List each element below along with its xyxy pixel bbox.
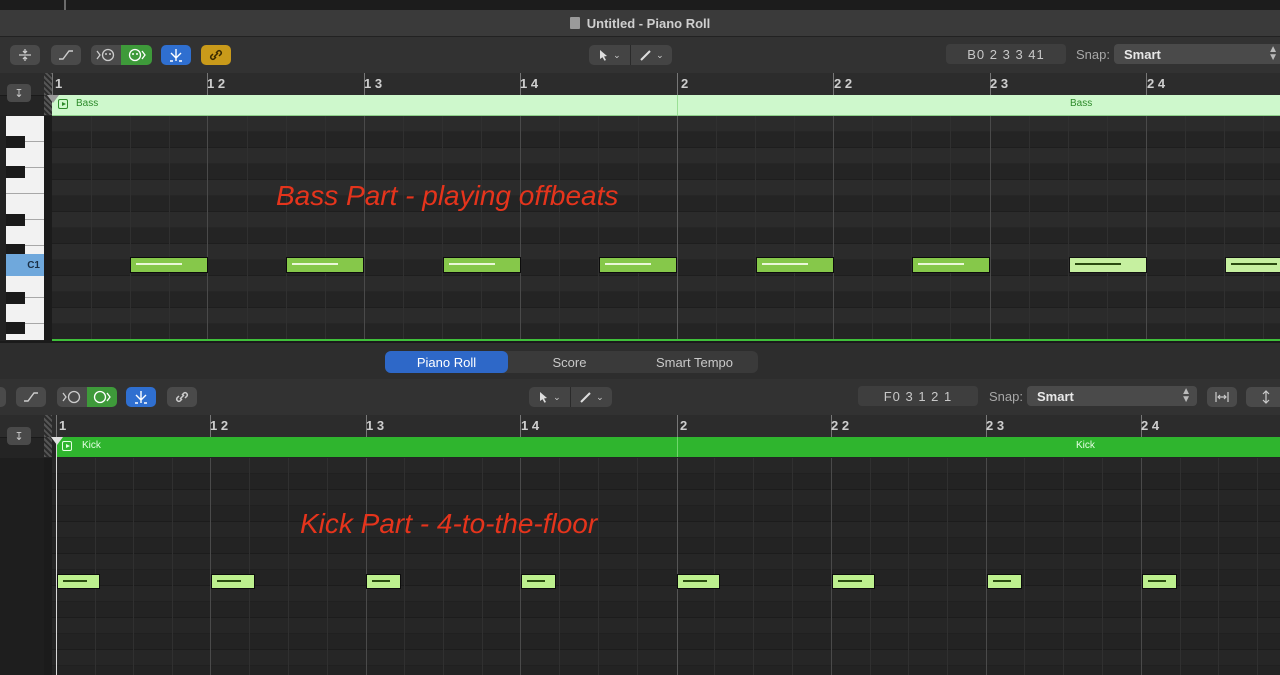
ruler-label: 1 3 — [364, 76, 383, 91]
ruler-label: 1 4 — [520, 76, 539, 91]
ruler-start-hatch — [44, 73, 52, 95]
tool-selector: ⌄ ⌄ — [589, 45, 672, 65]
position-display: B0 2 3 3 41 — [946, 44, 1066, 64]
bottom-ruler[interactable]: ↧ 1 1 2 1 3 1 4 2 2 2 2 3 2 4 — [0, 415, 1280, 445]
kick-note-grid[interactable]: Kick Part - 4-to-the-floor — [52, 458, 1280, 675]
automation-curve-icon[interactable] — [16, 387, 46, 407]
pointer-tool-icon[interactable]: ⌄ — [589, 45, 631, 65]
position-display: F0 3 1 2 1 — [858, 386, 978, 406]
bass-note[interactable] — [443, 257, 521, 273]
playhead[interactable] — [56, 437, 57, 675]
document-icon — [569, 17, 580, 29]
bass-note[interactable] — [599, 257, 677, 273]
bass-note-selected[interactable] — [1225, 257, 1280, 273]
key-c1[interactable]: C1 — [6, 254, 44, 276]
snap-select[interactable]: Smart ▲ ▼ — [1027, 386, 1197, 406]
tool-selector: ⌄ ⌄ — [529, 387, 612, 407]
download-icon[interactable]: ↧ — [7, 427, 31, 445]
catch-icon[interactable] — [126, 387, 156, 407]
ruler-label: 2 4 — [1141, 418, 1160, 433]
kick-region[interactable]: Kick Kick — [56, 437, 1280, 457]
top-toolbar: ⌄ ⌄ B0 2 3 3 41 Snap: Smart ▲ ▼ — [0, 37, 1280, 73]
ruler-label: 2 — [680, 418, 688, 433]
link-icon[interactable] — [167, 387, 197, 407]
region-name-repeat: Kick — [1076, 440, 1095, 451]
collapse-icon[interactable] — [0, 387, 6, 407]
pencil-tool-icon[interactable]: ⌄ — [631, 45, 673, 65]
pointer-tool-icon[interactable]: ⌄ — [529, 387, 571, 407]
region-name: Bass — [76, 98, 99, 109]
title-bar: Untitled - Piano Roll — [0, 10, 1280, 37]
bass-note[interactable] — [756, 257, 834, 273]
ruler-label: 1 — [59, 418, 67, 433]
ruler-label: 1 3 — [366, 418, 385, 433]
bass-note-grid[interactable]: Bass Part - playing offbeats — [52, 116, 1280, 340]
window-title: Untitled - Piano Roll — [586, 15, 711, 31]
automation-curve-icon[interactable] — [51, 45, 81, 65]
ruler-label: 2 3 — [986, 418, 1005, 433]
region-name-repeat: Bass — [1070, 98, 1093, 109]
download-icon[interactable]: ↧ — [7, 84, 31, 102]
piano-keyboard[interactable]: C1 — [6, 116, 44, 340]
kick-note[interactable] — [677, 574, 720, 589]
snap-value: Smart — [1124, 46, 1161, 62]
ruler-label: 2 4 — [1147, 76, 1166, 91]
pencil-tool-icon[interactable]: ⌄ — [571, 387, 613, 407]
playhead-handle-icon[interactable] — [51, 437, 63, 445]
region-name: Kick — [82, 440, 101, 451]
editor-tab-bar: Piano Roll Score Smart Tempo — [0, 341, 1280, 381]
ruler-label: 1 2 — [207, 76, 226, 91]
midi-in-icon[interactable] — [91, 45, 121, 65]
kick-note[interactable] — [366, 574, 401, 589]
midi-in-icon[interactable] — [57, 387, 87, 407]
tab-smart-tempo[interactable]: Smart Tempo — [631, 351, 758, 373]
chevron-updown-icon: ▲ ▼ — [1268, 44, 1278, 63]
bottom-toolbar: ⌄ ⌄ F0 3 1 2 1 Snap: Smart ▲ ▼ — [0, 379, 1280, 415]
kick-note[interactable] — [832, 574, 875, 589]
playhead-handle-icon[interactable] — [47, 95, 59, 103]
bass-note[interactable] — [130, 257, 208, 273]
top-ruler[interactable]: ↧ 1 1 2 1 3 1 4 2 2 2 2 3 2 4 — [0, 73, 1280, 102]
zoom-vertical-icon[interactable] — [1246, 387, 1280, 407]
bass-note[interactable] — [912, 257, 990, 273]
region-play-icon — [58, 99, 68, 109]
kick-note[interactable] — [1142, 574, 1177, 589]
ruler-label: 2 — [681, 76, 689, 91]
region-play-icon — [62, 441, 72, 451]
ruler-label: 2 3 — [990, 76, 1009, 91]
kick-note[interactable] — [987, 574, 1022, 589]
link-icon[interactable] — [201, 45, 231, 65]
midi-out-icon[interactable] — [121, 45, 152, 65]
bass-note-selected[interactable] — [1069, 257, 1147, 273]
ruler-label: 2 2 — [834, 76, 853, 91]
bass-region[interactable]: Bass Bass — [52, 95, 1280, 116]
editor-tabs: Piano Roll Score Smart Tempo — [385, 351, 758, 373]
ruler-label: 1 2 — [210, 418, 229, 433]
catch-icon[interactable] — [161, 45, 191, 65]
collapse-icon[interactable] — [10, 45, 40, 65]
chevron-updown-icon: ▲ ▼ — [1181, 386, 1191, 405]
snap-label: Snap: — [1076, 47, 1110, 62]
snap-value: Smart — [1037, 388, 1074, 404]
ruler-label: 1 4 — [521, 418, 540, 433]
kick-note[interactable] — [521, 574, 556, 589]
key-label: C1 — [27, 259, 40, 271]
ruler-label: 1 — [55, 76, 63, 91]
zoom-horizontal-icon[interactable] — [1207, 387, 1237, 407]
kick-note[interactable] — [211, 574, 255, 589]
midi-out-icon[interactable] — [87, 387, 117, 407]
kick-note[interactable] — [57, 574, 100, 589]
kick-annotation: Kick Part - 4-to-the-floor — [300, 508, 598, 539]
snap-label: Snap: — [989, 389, 1023, 404]
bass-annotation: Bass Part - playing offbeats — [276, 180, 619, 211]
bass-note[interactable] — [286, 257, 364, 273]
tab-score[interactable]: Score — [508, 351, 631, 373]
tab-piano-roll[interactable]: Piano Roll — [385, 351, 508, 373]
ruler-start-hatch — [44, 415, 52, 437]
snap-select[interactable]: Smart ▲ ▼ — [1114, 44, 1280, 64]
ruler-label: 2 2 — [831, 418, 850, 433]
